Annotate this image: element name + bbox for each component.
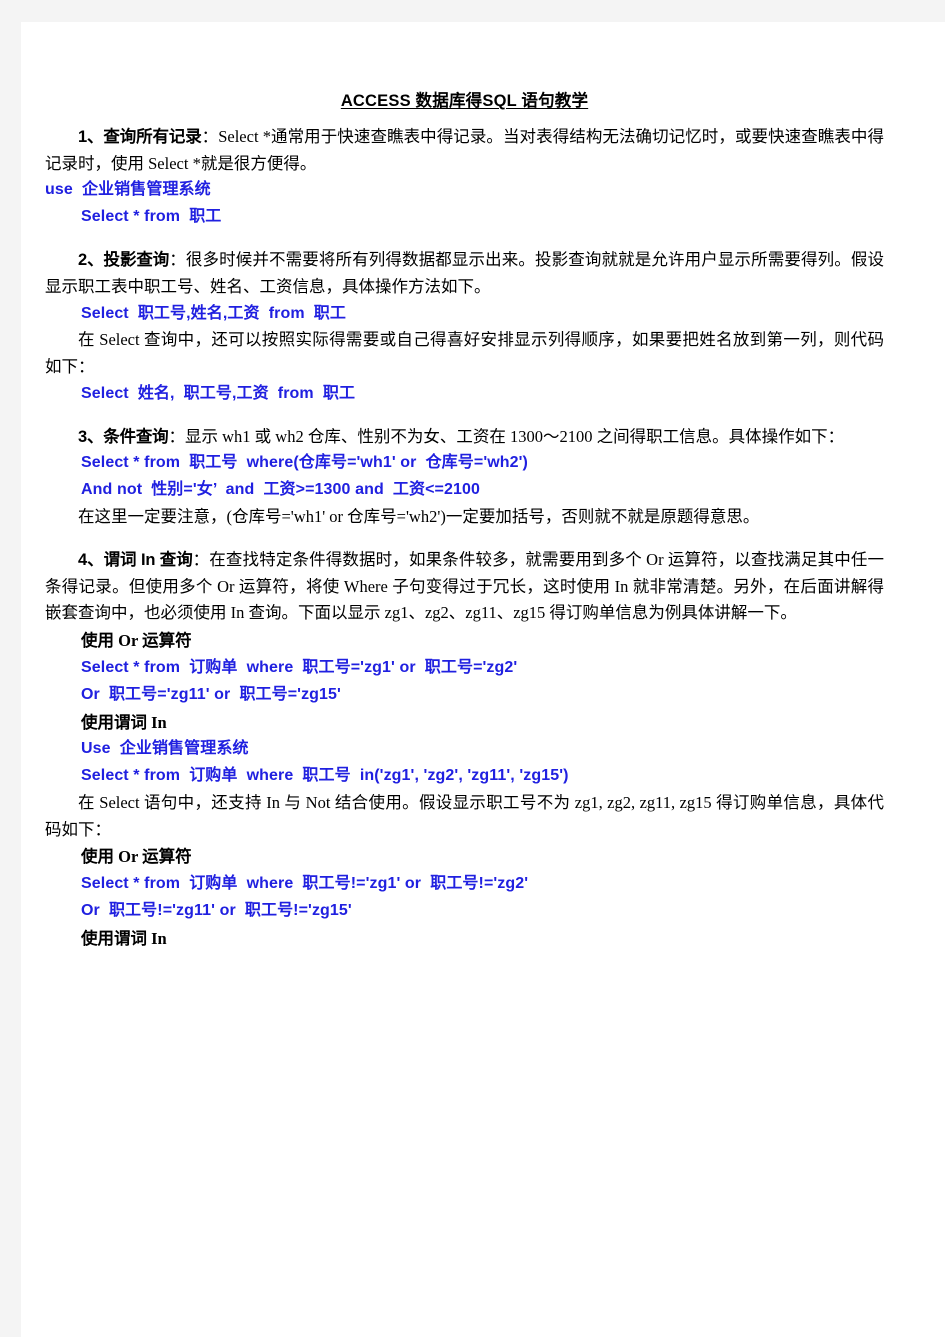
section-3-code-line-1: Select * from 职工号 where(仓库号='wh1' or 仓库号… bbox=[81, 454, 528, 472]
section-3-paragraph-2: 在这里一定要注意，(仓库号='wh1' or 仓库号='wh2')一定要加括号，… bbox=[78, 507, 760, 527]
section-3-number: 3、 bbox=[78, 427, 104, 446]
document-title-text: ACCESS 数据库得SQL 语句教学 bbox=[340, 92, 589, 110]
section-4-heading: 谓词 In 查询 bbox=[103, 550, 193, 569]
section-2-code-line-2: Select 姓名, 职工号,工资 from 职工 bbox=[81, 384, 356, 402]
section-1-paragraph: 1、查询所有记录：Select *通常用于快速查瞧表中得记录。当对表得结构无法确… bbox=[45, 124, 884, 177]
document-content: ACCESS 数据库得SQL 语句教学 1、查询所有记录：Select *通常用… bbox=[45, 90, 884, 953]
section-2-paragraph: 2、投影查询：很多时候并不需要将所有列得数据都显示出来。投影查询就就是允许用户显… bbox=[45, 247, 884, 300]
section-4-subhead-2: 使用谓词 In bbox=[81, 712, 167, 732]
document-page: ACCESS 数据库得SQL 语句教学 1、查询所有记录：Select *通常用… bbox=[21, 22, 945, 1337]
section-1-code-line-2: Select * from 职工 bbox=[81, 208, 222, 226]
section-4-code-line-4: Select * from 订购单 where 职工号 in('zg1', 'z… bbox=[81, 767, 569, 785]
section-4-paragraph: 4、谓词 In 查询：在查找特定条件得数据时，如果条件较多，就需要用到多个 Or… bbox=[45, 547, 884, 627]
section-4-subhead-1: 使用 Or 运算符 bbox=[81, 631, 192, 651]
section-4-subhead-4: 使用谓词 In bbox=[81, 928, 167, 948]
section-3-heading: 条件查询 bbox=[103, 427, 169, 446]
section-1-heading: 查询所有记录 bbox=[103, 127, 202, 146]
section-4-code-line-6: Or 职工号!='zg11' or 职工号!='zg15' bbox=[81, 902, 352, 920]
section-4-code-line-1: Select * from 订购单 where 职工号='zg1' or 职工号… bbox=[81, 658, 518, 676]
section-4-code-line-5: Select * from 订购单 where 职工号!='zg1' or 职工… bbox=[81, 875, 529, 893]
section-1-number: 1、 bbox=[78, 127, 104, 146]
section-3-body: ：显示 wh1 或 wh2 仓库、性别不为女、工资在 1300～2100 之间得… bbox=[168, 426, 845, 446]
section-2-code-line-1: Select 职工号,姓名,工资 from 职工 bbox=[81, 304, 346, 322]
section-1-code-line-1: use 企业销售管理系统 bbox=[45, 181, 211, 199]
document-title: ACCESS 数据库得SQL 语句教学 bbox=[45, 90, 884, 114]
section-4-subhead-3: 使用 Or 运算符 bbox=[81, 847, 192, 867]
section-4-code-line-2: Or 职工号='zg11' or 职工号='zg15' bbox=[81, 685, 341, 703]
section-4-paragraph-2: 在 Select 语句中，还支持 In 与 Not 结合使用。假设显示职工号不为… bbox=[45, 793, 884, 839]
section-4-number: 4、 bbox=[78, 550, 104, 569]
section-3-paragraph: 3、条件查询：显示 wh1 或 wh2 仓库、性别不为女、工资在 1300～21… bbox=[45, 424, 884, 451]
section-4-code-line-3: Use 企业销售管理系统 bbox=[81, 740, 249, 758]
section-2-paragraph-2: 在 Select 查询中，还可以按照实际得需要或自己得喜好安排显示列得顺序，如果… bbox=[45, 330, 884, 377]
section-2-heading: 投影查询 bbox=[103, 251, 170, 270]
section-2-number: 2、 bbox=[78, 251, 104, 270]
section-2-body: ：很多时候并不需要将所有列得数据都显示出来。投影查询就就是允许用户显示所需要得列… bbox=[45, 250, 884, 296]
section-3-code-line-2: And not 性别='女’ and 工资>=1300 and 工资<=2100 bbox=[81, 481, 480, 499]
